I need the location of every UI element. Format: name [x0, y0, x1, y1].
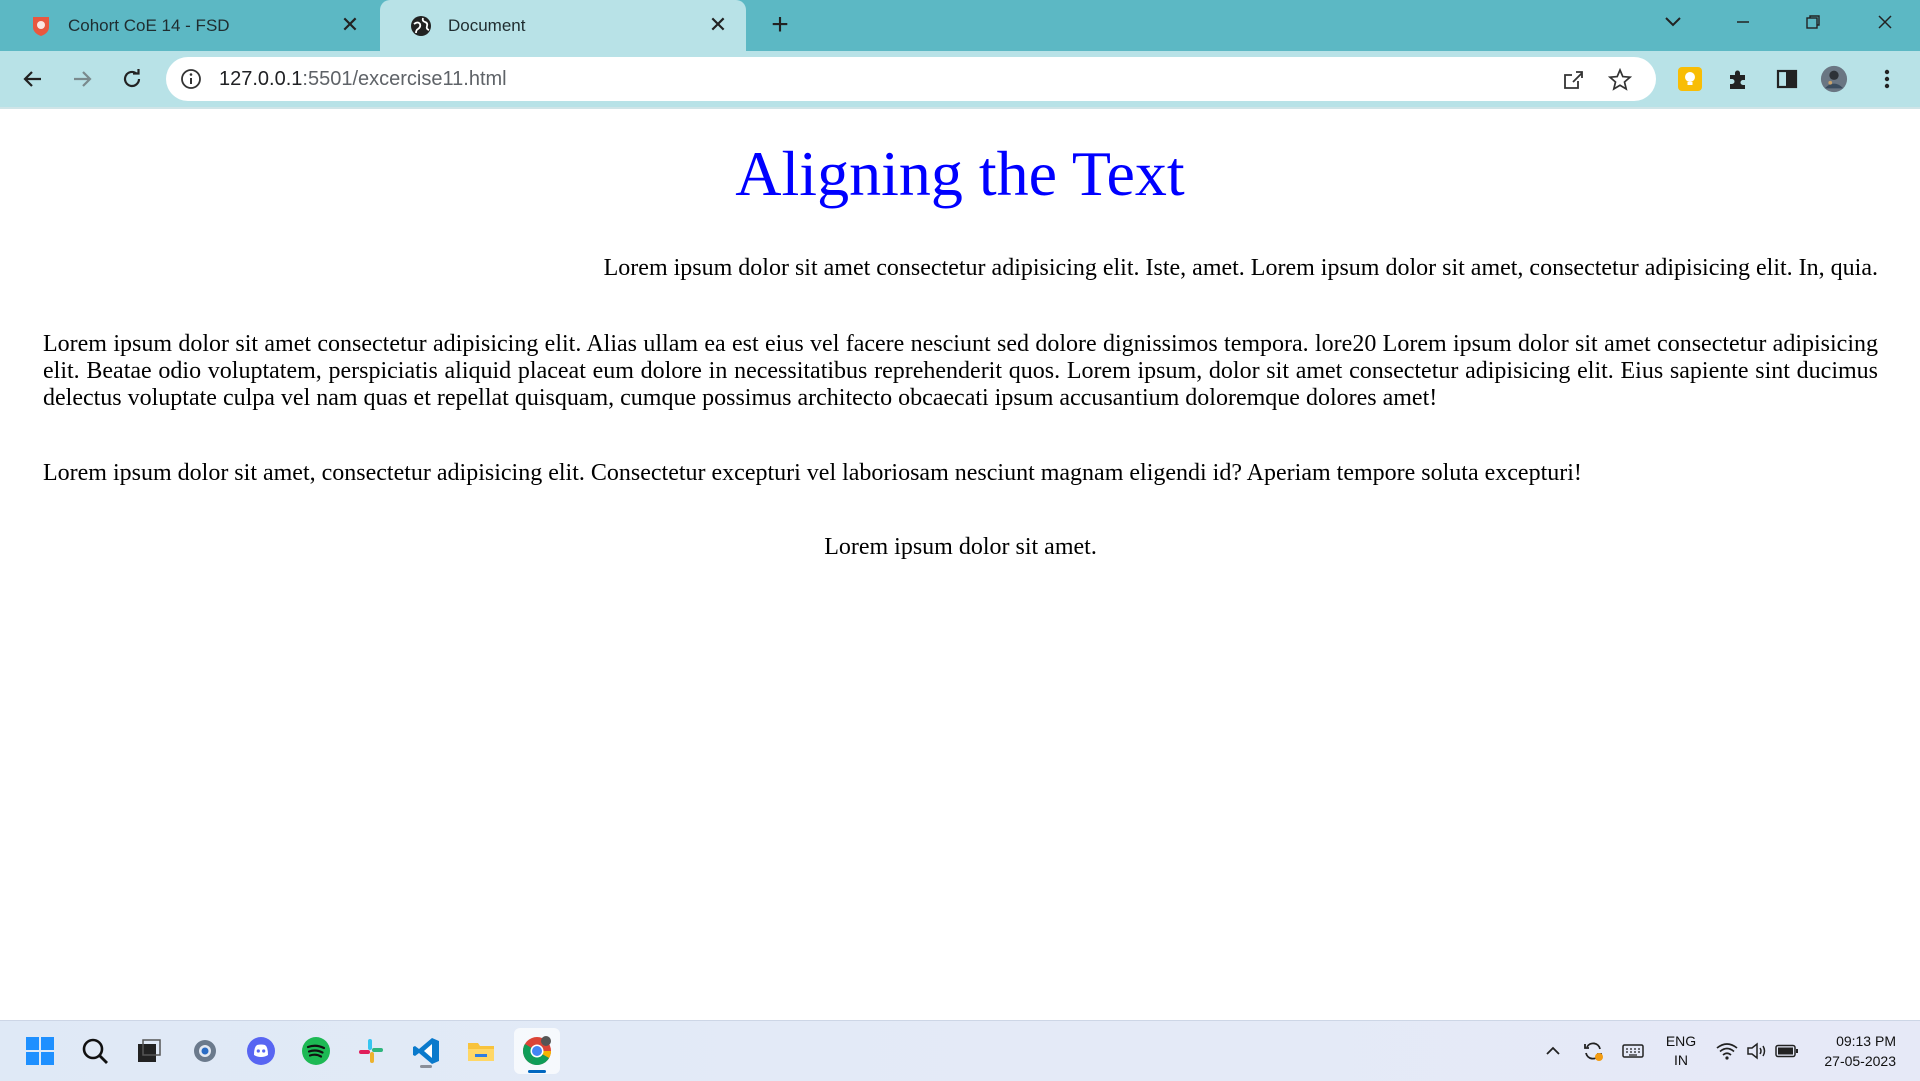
- battery-icon[interactable]: [1774, 1021, 1800, 1081]
- language-region: IN: [1674, 1052, 1688, 1068]
- tab-title: Cohort CoE 14 - FSD: [68, 15, 230, 35]
- back-icon[interactable]: [15, 61, 51, 97]
- task-view-icon[interactable]: [130, 1032, 168, 1070]
- clock-time: 09:13 PM: [1836, 1033, 1896, 1049]
- language-code: ENG: [1665, 1033, 1697, 1049]
- chrome-menu-icon[interactable]: [1873, 65, 1901, 93]
- active-indicator: [528, 1070, 546, 1073]
- wifi-icon[interactable]: [1714, 1021, 1740, 1081]
- share-icon[interactable]: [1560, 67, 1586, 93]
- running-indicator: [420, 1065, 432, 1068]
- windows-start-icon[interactable]: [21, 1032, 59, 1070]
- system-clock[interactable]: 09:13 PM 27-05-2023: [1824, 1031, 1896, 1071]
- paragraph-center-aligned: Lorem ipsum dolor sit amet.: [824, 534, 1097, 560]
- minimize-icon[interactable]: [1720, 0, 1766, 44]
- close-tab-icon[interactable]: ✕: [706, 12, 730, 37]
- site-info-icon[interactable]: [180, 68, 202, 90]
- close-window-icon[interactable]: [1862, 0, 1908, 44]
- tab-search-chevron-icon[interactable]: [1650, 0, 1696, 44]
- address-bar[interactable]: 127.0.0.1:5501/excercise11.html: [166, 57, 1656, 101]
- volume-icon[interactable]: [1744, 1021, 1770, 1081]
- language-indicator[interactable]: ENG IN: [1658, 1021, 1704, 1081]
- paragraph-left-aligned: Lorem ipsum dolor sit amet, consectetur …: [43, 460, 1582, 486]
- chrome-icon[interactable]: [514, 1028, 560, 1074]
- new-tab-button[interactable]: +: [766, 10, 794, 40]
- shield-favicon-icon: [30, 15, 52, 37]
- browser-toolbar: 127.0.0.1:5501/excercise11.html: [0, 51, 1920, 108]
- forward-icon[interactable]: [64, 61, 100, 97]
- show-hidden-icons-chevron-icon[interactable]: [1540, 1021, 1566, 1081]
- paragraph-right-aligned: Lorem ipsum dolor sit amet consectetur a…: [603, 255, 1878, 281]
- windows-taskbar: ENG IN 09:13 PM 27-05-2023: [0, 1020, 1920, 1081]
- web-page-content: Aligning the Text Lorem ipsum dolor sit …: [0, 109, 1920, 1020]
- tab-title: Document: [448, 15, 526, 35]
- file-explorer-icon[interactable]: [462, 1032, 500, 1070]
- bookmark-star-icon[interactable]: [1607, 67, 1633, 93]
- extensions-puzzle-icon[interactable]: [1724, 65, 1752, 93]
- reload-icon[interactable]: [114, 61, 150, 97]
- search-icon[interactable]: [76, 1032, 114, 1070]
- clock-date: 27-05-2023: [1824, 1053, 1896, 1069]
- spotify-icon[interactable]: [297, 1032, 335, 1070]
- close-tab-icon[interactable]: ✕: [338, 12, 362, 37]
- url-text[interactable]: 127.0.0.1:5501/excercise11.html: [219, 68, 507, 91]
- paragraph-justified: Lorem ipsum dolor sit amet consectetur a…: [43, 331, 1878, 411]
- profile-avatar[interactable]: [1820, 65, 1848, 93]
- slack-icon[interactable]: [352, 1032, 390, 1070]
- tab-document[interactable]: Document ✕: [380, 0, 746, 51]
- tab-cohort[interactable]: Cohort CoE 14 - FSD ✕: [0, 0, 378, 51]
- vscode-icon[interactable]: [407, 1032, 445, 1070]
- page-heading: Aligning the Text: [735, 138, 1185, 209]
- settings-icon[interactable]: [186, 1032, 224, 1070]
- browser-tabstrip: Cohort CoE 14 - FSD ✕ Document ✕ +: [0, 0, 1920, 51]
- side-panel-icon[interactable]: [1773, 65, 1801, 93]
- globe-favicon-icon: [410, 15, 432, 37]
- restore-icon[interactable]: [1790, 0, 1836, 44]
- touch-keyboard-icon[interactable]: [1618, 1021, 1648, 1081]
- discord-icon[interactable]: [242, 1032, 280, 1070]
- keep-extension-icon[interactable]: [1676, 65, 1704, 93]
- sync-icon[interactable]: [1578, 1021, 1608, 1081]
